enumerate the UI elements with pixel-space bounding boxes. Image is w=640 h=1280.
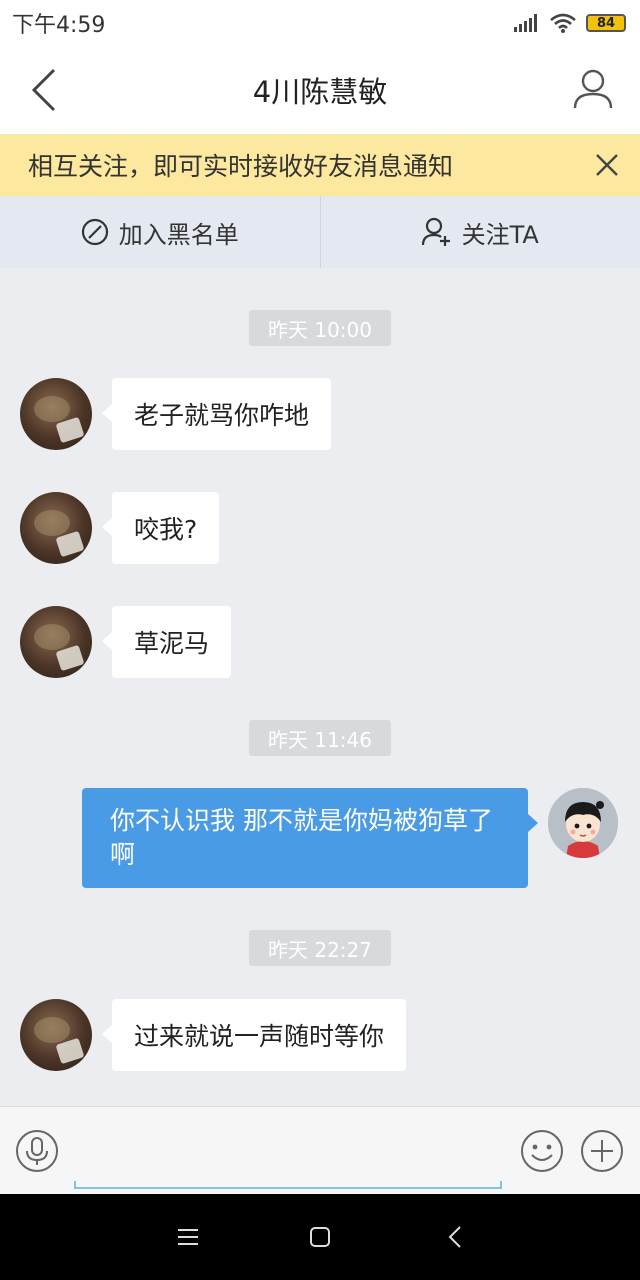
home-nav-button[interactable] [297, 1214, 343, 1260]
system-nav-bar [0, 1194, 640, 1280]
incoming-message: 草泥马 [0, 606, 640, 678]
outgoing-message: 你不认识我 那不就是你妈被狗草了啊 [0, 788, 640, 888]
menu-icon [178, 1229, 198, 1245]
message-bubble[interactable]: 咬我? [101, 492, 220, 564]
message-bubble[interactable]: 你不认识我 那不就是你妈被狗草了啊 [82, 788, 538, 888]
follow-button[interactable]: 关注TA [321, 196, 640, 268]
menu-nav-button[interactable] [165, 1214, 211, 1260]
follow-label: 关注TA [461, 220, 539, 249]
battery-icon: 84 [586, 14, 626, 32]
back-nav-icon [448, 1226, 461, 1248]
message-bubble[interactable]: 老子就骂你咋地 [101, 378, 332, 450]
status-time: 下午4:59 [12, 13, 106, 38]
page-title: 4川陈慧敏 [252, 75, 388, 109]
message-bubble[interactable]: 草泥马 [101, 606, 232, 678]
close-icon [596, 154, 618, 176]
incoming-message: 过来就说一声随时等你 [0, 999, 640, 1071]
block-icon [81, 218, 108, 246]
incoming-message: 老子就骂你咋地 [0, 378, 640, 450]
message-input[interactable] [74, 1181, 502, 1189]
message-bubble[interactable]: 过来就说一声随时等你 [101, 999, 407, 1071]
contact-avatar[interactable] [20, 999, 92, 1071]
timestamp: 昨天 10:00 [249, 310, 391, 346]
back-nav-button[interactable] [432, 1214, 478, 1260]
notice-text: 相互关注，即可实时接收好友消息通知 [28, 152, 454, 181]
action-bar: 加入黑名单 关注TA [0, 196, 640, 268]
more-button[interactable] [580, 1129, 624, 1173]
status-bar: 下午4:59 84 [0, 0, 640, 46]
notice-close-button[interactable] [588, 146, 626, 184]
voice-button[interactable] [15, 1129, 59, 1173]
profile-button[interactable] [568, 64, 618, 114]
home-icon [310, 1227, 330, 1247]
contact-avatar[interactable] [20, 492, 92, 564]
emoji-button[interactable] [520, 1129, 564, 1173]
status-icons: 84 [514, 13, 626, 33]
block-button[interactable]: 加入黑名单 [0, 196, 320, 268]
profile-icon [573, 69, 613, 109]
contact-avatar[interactable] [20, 606, 92, 678]
block-label: 加入黑名单 [118, 220, 239, 249]
incoming-message: 咬我? [0, 492, 640, 564]
plus-icon [581, 1130, 623, 1172]
back-arrow-icon [31, 68, 56, 112]
timestamp: 昨天 11:46 [249, 720, 391, 756]
voice-icon [16, 1130, 58, 1172]
follow-user-icon [421, 217, 450, 246]
cartoon-avatar-icon [548, 788, 618, 858]
signal-icon [514, 14, 537, 32]
battery-level: 84 [596, 15, 616, 31]
wifi-icon [550, 13, 576, 33]
back-button[interactable] [22, 66, 66, 114]
my-avatar[interactable] [548, 788, 618, 858]
input-bar [0, 1106, 640, 1194]
chat-message-list[interactable]: 昨天 10:00 老子就骂你咋地 咬我? 草泥马 昨天 11:46 你不认识我 … [0, 268, 640, 1106]
timestamp: 昨天 22:27 [249, 930, 391, 966]
chat-header: 4川陈慧敏 [0, 46, 640, 134]
contact-avatar[interactable] [20, 378, 92, 450]
follow-notice-banner: 相互关注，即可实时接收好友消息通知 [0, 134, 640, 196]
emoji-icon [521, 1130, 563, 1172]
